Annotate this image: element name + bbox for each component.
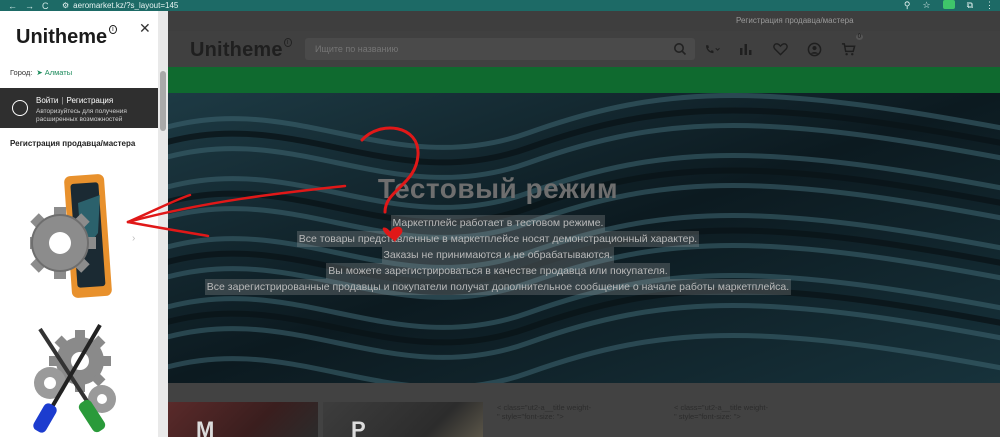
panel-scrollbar[interactable] <box>158 11 168 437</box>
seller-registration-title[interactable]: Регистрация продавца/мастера <box>10 139 135 148</box>
tools-gear-illustration[interactable] <box>30 321 130 437</box>
address-bar[interactable]: ⚙ aeromarket.kz/?s_layout=145 <box>62 0 178 11</box>
site-topbar: Регистрация продавца/мастера <box>168 11 1000 31</box>
login-hint: Авторизуйтесь для получения расширенных … <box>36 108 127 123</box>
login-block: Войти | Регистрация Авторизуйтесь для полу… <box>0 88 158 128</box>
test-mode-title: Тестовый режим <box>377 173 619 204</box>
panel-logo-text: Unitheme <box>16 26 108 48</box>
mobile-menu-panel: Unitheme i ✕ Город: ➤ Алматы Войти | Регистр… <box>0 11 168 437</box>
search-input[interactable] <box>305 38 695 60</box>
city-label: Город: <box>10 68 33 77</box>
extensions-icon[interactable]: ⚲ <box>904 0 911 11</box>
site-logo-mark: i <box>283 38 292 47</box>
user-avatar-icon <box>12 100 28 116</box>
close-icon[interactable]: ✕ <box>139 20 151 37</box>
raw-template-text: < class="ut2-a__title weight-" style="fo… <box>674 403 768 421</box>
cart-count-badge: 0 <box>855 34 863 40</box>
category-card-label: Р <box>351 417 366 437</box>
notice-line: Все зарегистрированные продавцы и покупа… <box>204 279 792 295</box>
login-separator: | <box>61 96 64 105</box>
search-box <box>305 38 695 60</box>
phone-icon[interactable] <box>703 40 721 58</box>
puzzle-icon[interactable]: ⧉ <box>967 0 973 11</box>
browser-nav: ← → C <box>8 1 49 11</box>
back-icon[interactable]: ← <box>8 1 17 11</box>
category-card-label: М <box>196 417 215 437</box>
category-card[interactable]: Р <box>323 402 483 437</box>
city-selector[interactable]: Город: ➤ Алматы <box>10 68 72 77</box>
account-icon[interactable] <box>805 40 823 58</box>
wishlist-heart-icon[interactable] <box>771 40 789 58</box>
category-strip: М Р < class="ut2-a__title weight-" style… <box>168 383 1000 437</box>
promo-bar <box>168 67 1000 93</box>
cart-icon[interactable]: 0 <box>839 34 863 58</box>
reload-icon[interactable]: C <box>42 1 49 11</box>
browser-toolbar: ← → C ⚙ aeromarket.kz/?s_layout=145 ⚲ ☆ … <box>0 0 1000 11</box>
chevron-right-icon[interactable]: › <box>132 233 135 244</box>
forward-icon[interactable]: → <box>25 1 34 11</box>
site-logo[interactable]: Unitheme i <box>190 38 292 62</box>
raw-template-text: < class="ut2-a__title weight-" style="fo… <box>497 403 591 421</box>
browser-actions: ⚲ ☆ ⧉ ⋮ <box>904 0 994 11</box>
login-link[interactable]: Войти <box>36 96 58 105</box>
register-link[interactable]: Регистрация <box>66 96 113 105</box>
category-card[interactable]: М <box>168 402 318 437</box>
panel-logo-info-icon: i <box>109 25 117 34</box>
hero-banner: Тестовый режим Маркетплейс работает в те… <box>168 93 1000 383</box>
test-mode-notice: Тестовый режим Маркетплейс работает в те… <box>168 173 828 295</box>
bookmark-star-icon[interactable]: ☆ <box>922 0 930 11</box>
menu-icon[interactable]: ⋮ <box>985 0 994 11</box>
header-icons: 0 <box>703 34 863 58</box>
seller-registration-link[interactable]: Регистрация продавца/мастера <box>736 16 854 25</box>
extension-badge-icon[interactable] <box>942 0 955 9</box>
location-arrow-icon: ➤ <box>36 68 43 77</box>
compare-icon[interactable] <box>737 40 755 58</box>
city-value[interactable]: Алматы <box>45 68 72 77</box>
url-text[interactable]: aeromarket.kz/?s_layout=145 <box>73 1 178 10</box>
site-header: Unithemei 0 <box>168 31 1000 67</box>
scrollbar-thumb[interactable] <box>160 71 166 131</box>
search-icon[interactable] <box>673 42 687 56</box>
panel-logo[interactable]: Unitheme i <box>16 25 117 49</box>
site-info-icon[interactable]: ⚙ <box>62 1 69 10</box>
site-logo-text: Unitheme <box>190 39 283 61</box>
phone-gear-illustration[interactable] <box>30 173 125 303</box>
